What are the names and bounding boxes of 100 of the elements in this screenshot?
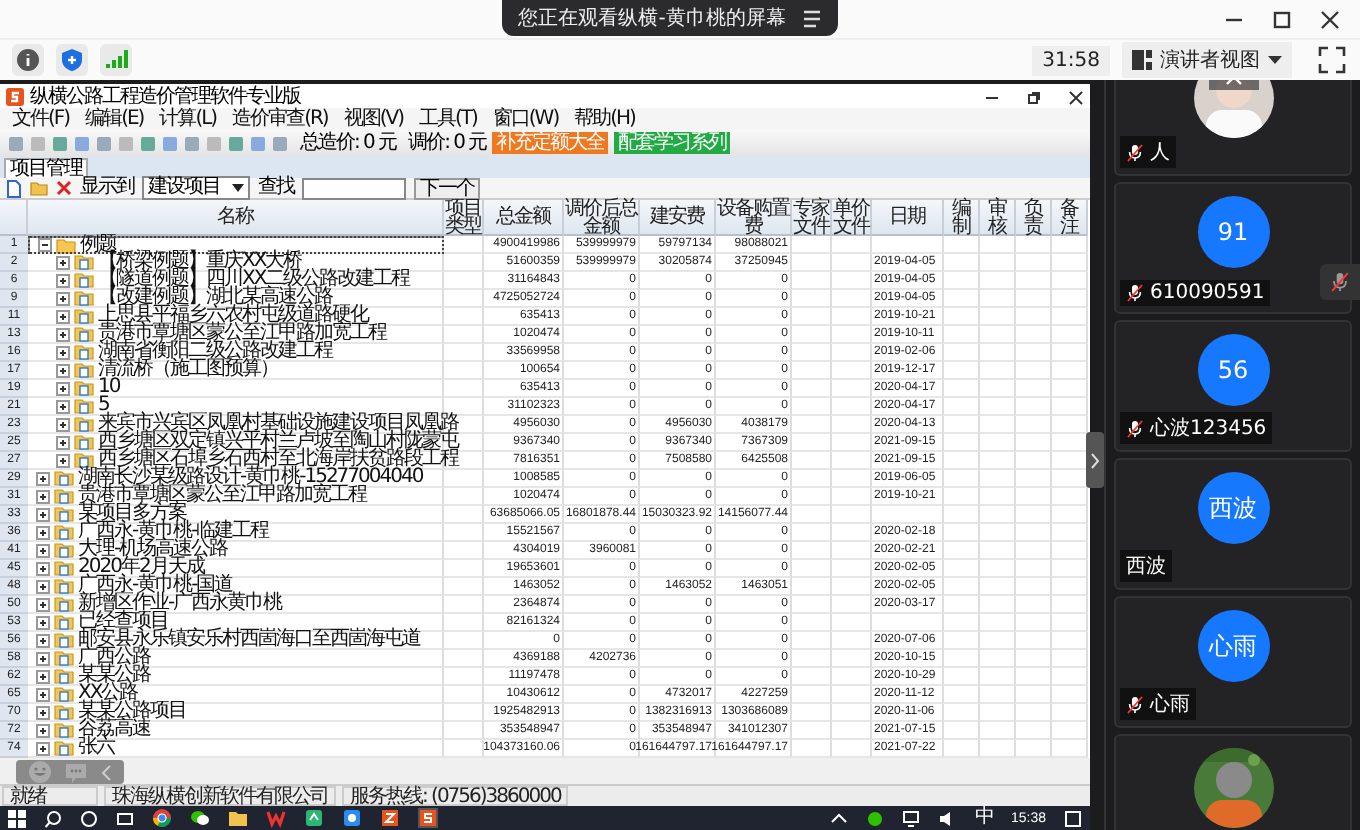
column-header[interactable]: 设备购置费 [716, 200, 792, 236]
collapse-icon[interactable] [38, 238, 52, 252]
column-header[interactable]: 单价文件 [832, 200, 872, 236]
menu-item[interactable]: 编辑(E) [85, 109, 144, 129]
video-tile[interactable]: 西波 西波 [1114, 458, 1352, 590]
document-app-icon[interactable] [304, 808, 324, 828]
circle-icon[interactable] [80, 809, 98, 827]
expand-icon[interactable] [56, 417, 70, 431]
close-icon[interactable] [1068, 89, 1084, 105]
expand-icon[interactable] [36, 669, 50, 683]
maximize-icon[interactable] [1272, 10, 1293, 30]
browser-icon[interactable] [152, 808, 172, 828]
chat-app-icon[interactable] [190, 808, 210, 828]
expand-icon[interactable] [36, 489, 50, 503]
expand-icon[interactable] [56, 309, 70, 323]
column-header[interactable]: 项目类型 [444, 200, 484, 236]
app-icon[interactable] [342, 808, 362, 828]
column-header[interactable]: 日期 [872, 200, 944, 236]
view-mode-dropdown[interactable]: 演讲者视图 [1122, 42, 1292, 78]
expand-icon[interactable] [56, 453, 70, 467]
expand-icon[interactable] [56, 435, 70, 449]
expand-icon[interactable] [36, 687, 50, 701]
network-icon[interactable] [902, 809, 921, 827]
expand-icon[interactable] [36, 705, 50, 719]
expand-icon[interactable] [36, 723, 50, 737]
notification-icon[interactable] [1064, 809, 1082, 827]
expand-icon[interactable] [56, 273, 70, 287]
column-header[interactable]: 编制 [944, 200, 980, 236]
tree-row[interactable]: 谷荔高速 [28, 722, 444, 740]
tree-row[interactable]: 新增区作业-广西永黄巾桃 [28, 596, 444, 614]
expand-icon[interactable] [56, 327, 70, 341]
expand-icon[interactable] [36, 507, 50, 521]
menu-item[interactable]: 视图(V) [343, 109, 403, 129]
expand-icon[interactable] [36, 471, 50, 485]
mute-button[interactable] [1320, 264, 1360, 300]
app-icon[interactable] [380, 808, 400, 828]
expand-icon[interactable] [36, 597, 50, 611]
new-file-icon[interactable] [6, 179, 22, 197]
display-to-dropdown[interactable]: 建设项目 [142, 176, 250, 200]
menu-item[interactable]: 造价审查(R) [232, 109, 328, 129]
video-tile[interactable]: 心雨 心雨 [1114, 596, 1352, 728]
tree-row[interactable]: 湖南省衡阳二级公路改建工程 [28, 344, 444, 362]
fullscreen-icon[interactable] [1316, 44, 1348, 76]
video-tile[interactable]: 56 心波123456 [1114, 320, 1352, 452]
task-view-icon[interactable] [116, 809, 134, 827]
project-name: 贵港市覃塘区蒙公至江甲路加宽工程 [78, 486, 366, 506]
search-icon[interactable] [44, 809, 62, 827]
expand-icon[interactable] [56, 255, 70, 269]
expand-icon[interactable] [36, 615, 50, 629]
tree-row[interactable]: 某某公路 [28, 668, 444, 686]
project-name: 10 [98, 378, 120, 398]
expand-icon[interactable] [56, 381, 70, 395]
tree-row[interactable]: 邮安县永乐镇安乐村西崮海口至西崮海屯道 [28, 632, 444, 650]
menu-item[interactable]: 帮助(H) [574, 109, 635, 129]
menu-item[interactable]: 计算(L) [159, 109, 217, 129]
tree-row[interactable]: 广西永-黄巾桃-临建工程 [28, 524, 444, 542]
shield-icon[interactable] [56, 44, 88, 76]
expand-icon[interactable] [56, 291, 70, 305]
next-button[interactable]: 下一个 [414, 177, 480, 199]
expand-icon[interactable] [36, 561, 50, 575]
expand-icon[interactable] [56, 345, 70, 359]
video-tile[interactable]: 91 610090591 [1114, 182, 1352, 314]
tree-row[interactable]: 贵港市覃塘区蒙公至江甲路加宽工程 [28, 488, 444, 506]
tree-row[interactable]: 10 [28, 380, 444, 398]
expand-icon[interactable] [56, 399, 70, 413]
column-header[interactable]: 总金额 [484, 200, 564, 236]
column-header[interactable]: 审核 [980, 200, 1016, 236]
find-field[interactable] [302, 177, 406, 199]
column-header[interactable]: 名称 [28, 200, 444, 236]
menu-item[interactable]: 窗口(W) [492, 109, 559, 129]
video-tile[interactable] [1114, 734, 1352, 830]
expand-icon[interactable] [36, 651, 50, 665]
menu-item[interactable]: 工具(T) [418, 109, 477, 129]
windows-start-icon[interactable] [8, 809, 26, 827]
menu-icon[interactable] [801, 9, 822, 27]
close-icon[interactable] [1320, 10, 1341, 30]
expand-icon[interactable] [36, 579, 50, 593]
table-cell [980, 632, 1016, 650]
office-icon[interactable] [266, 808, 286, 828]
collapse-handle[interactable] [1086, 432, 1104, 488]
info-icon[interactable] [12, 44, 44, 76]
expand-icon[interactable] [36, 525, 50, 539]
expand-icon[interactable] [36, 633, 50, 647]
column-header[interactable]: 调价后总金额 [564, 200, 640, 236]
column-header[interactable]: 专家文件 [792, 200, 832, 236]
tree-row[interactable]: 清流桥（施工图预算） [28, 362, 444, 380]
input-method-indicator[interactable]: 中 [974, 808, 993, 828]
tree-row[interactable]: 某某公路项目 [28, 704, 444, 722]
video-tile[interactable]: 人 [1114, 80, 1352, 176]
menu-item[interactable]: 文件(F) [12, 109, 70, 129]
restore-icon[interactable] [1026, 89, 1042, 105]
column-header[interactable]: 负责 [1016, 200, 1052, 236]
app-logo-icon[interactable] [418, 808, 438, 828]
signal-icon[interactable] [100, 44, 132, 76]
column-header[interactable]: 建安费 [640, 200, 716, 236]
expand-icon[interactable] [56, 363, 70, 377]
expand-icon[interactable] [36, 543, 50, 557]
column-header[interactable]: 备注 [1052, 200, 1088, 236]
delete-icon[interactable] [56, 180, 72, 196]
expand-icon[interactable] [36, 741, 50, 755]
